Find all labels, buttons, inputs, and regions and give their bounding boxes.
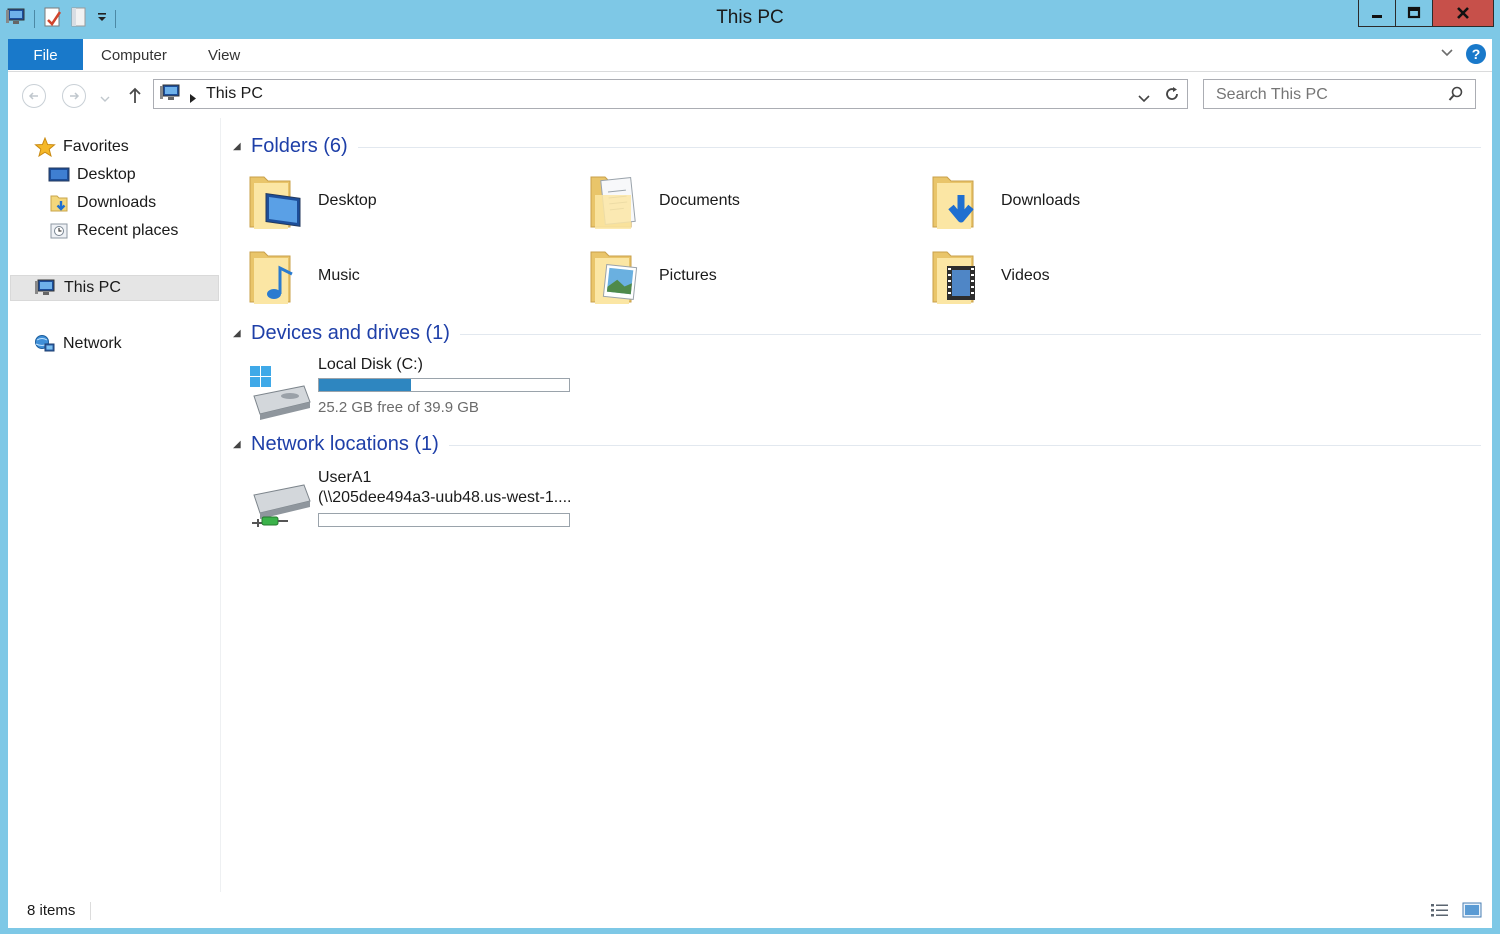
back-arrow-icon <box>28 92 38 100</box>
window-title: This PC <box>716 7 784 28</box>
folder-label: Music <box>318 267 360 284</box>
group-divider <box>357 146 1481 148</box>
search-input[interactable] <box>1214 84 1438 106</box>
nav-item-downloads[interactable]: Downloads <box>48 191 156 215</box>
collapse-triangle-icon[interactable]: ◢ <box>233 328 251 339</box>
refresh-icon[interactable] <box>1164 86 1180 107</box>
folder-tile-videos[interactable]: Videos <box>931 241 1050 311</box>
local-disk-icon <box>250 366 311 420</box>
ribbon-controls: ? <box>1440 44 1486 64</box>
nav-item-label: Recent places <box>77 222 179 239</box>
item-count: 8 items <box>27 902 76 919</box>
drive-name: Local Disk (C:) <box>318 356 423 373</box>
this-pc-icon <box>160 83 182 108</box>
group-title: Devices and drives (1) <box>251 321 450 344</box>
group-title: Folders (6) <box>251 134 348 157</box>
close-button[interactable] <box>1432 0 1494 27</box>
folder-label: Videos <box>1001 267 1050 284</box>
navigation-bar: This PC <box>8 72 1492 118</box>
folder-label: Downloads <box>1001 192 1081 209</box>
network-drive-icon <box>252 484 311 527</box>
group-header-devices[interactable]: ◢ Devices and drives (1) <box>233 321 1481 345</box>
collapse-triangle-icon[interactable]: ◢ <box>233 439 251 450</box>
nav-item-label: Downloads <box>77 194 157 211</box>
maximize-button[interactable] <box>1395 0 1433 27</box>
group-header-network-locations[interactable]: ◢ Network locations (1) <box>233 432 1481 456</box>
folder-tile-downloads[interactable]: Downloads <box>931 166 1080 236</box>
nav-item-favorites[interactable]: Favorites <box>34 135 129 159</box>
videos-folder-icon <box>932 251 975 304</box>
forward-arrow-icon <box>70 92 80 100</box>
up-arrow-icon[interactable] <box>127 86 143 109</box>
desktop-folder-icon <box>249 176 301 229</box>
folder-label: Pictures <box>659 267 717 284</box>
title-bar: This PC <box>0 0 1500 38</box>
tab-file[interactable]: File <box>8 39 83 70</box>
downloads-icon <box>50 195 68 212</box>
explorer-window: This PC File Computer View ? This PC Sea… <box>0 0 1500 934</box>
group-header-folders[interactable]: ◢ Folders (6) <box>233 134 1481 158</box>
group-title: Network locations (1) <box>251 432 439 455</box>
tab-computer[interactable]: Computer <box>101 39 167 70</box>
minimize-button[interactable] <box>1358 0 1396 27</box>
restore-icon <box>1407 6 1421 19</box>
search-box[interactable] <box>1203 79 1476 109</box>
address-dropdown-chevron-icon[interactable] <box>1138 90 1150 108</box>
folder-tile-pictures[interactable]: Pictures <box>589 241 717 311</box>
drive-usage-bar <box>318 378 570 392</box>
status-bar: 8 items <box>8 892 1492 928</box>
folder-label: Desktop <box>318 192 377 209</box>
folder-tile-documents[interactable]: Documents <box>589 166 740 236</box>
music-folder-icon <box>249 251 293 304</box>
network-icon <box>35 335 55 352</box>
help-icon[interactable]: ? <box>1466 44 1486 64</box>
nav-item-network[interactable]: Network <box>34 332 122 356</box>
folder-tile-music[interactable]: Music <box>248 241 360 311</box>
nav-item-desktop[interactable]: Desktop <box>48 163 136 187</box>
drive-free-space: 25.2 GB free of 39.9 GB <box>318 399 479 416</box>
star-icon <box>34 137 56 157</box>
ribbon: File Computer View ? <box>8 39 1492 72</box>
nav-item-recent-places[interactable]: Recent places <box>48 219 178 243</box>
collapse-triangle-icon[interactable]: ◢ <box>233 141 251 152</box>
recent-places-icon <box>50 223 68 239</box>
back-button[interactable] <box>22 84 46 108</box>
main-pane: ◢ Folders (6) Desktop Documents Download… <box>221 118 1492 892</box>
nav-item-this-pc[interactable]: This PC <box>10 275 219 301</box>
network-drive-path: (\\205dee494a3-uub48.us-west-1.... <box>318 489 572 506</box>
drive-usage-fill <box>319 379 411 391</box>
details-view-icon[interactable] <box>1430 902 1450 918</box>
this-pc-icon <box>35 279 55 295</box>
pictures-folder-icon <box>590 251 638 304</box>
documents-folder-icon <box>590 176 636 229</box>
address-bar[interactable]: This PC <box>153 79 1188 109</box>
expand-ribbon-chevron-icon[interactable] <box>1440 45 1454 63</box>
nav-item-label: Favorites <box>63 138 129 155</box>
tab-view[interactable]: View <box>208 39 240 70</box>
group-divider <box>459 333 1481 335</box>
nav-item-label: Network <box>63 335 122 352</box>
group-divider <box>448 444 1481 446</box>
network-drive-tile-usera1[interactable]: UserA1 (\\205dee494a3-uub48.us-west-1...… <box>248 467 588 531</box>
recent-locations-chevron-icon[interactable] <box>100 90 110 108</box>
nav-item-label: Desktop <box>77 166 136 183</box>
navigation-pane: Favorites Desktop Downloads Recent place… <box>8 118 221 892</box>
network-drive-name: UserA1 <box>318 469 372 486</box>
content-area: Favorites Desktop Downloads Recent place… <box>8 118 1492 892</box>
breadcrumb[interactable]: This PC <box>206 85 263 103</box>
close-icon <box>1457 7 1469 19</box>
large-icons-view-icon[interactable] <box>1462 902 1482 918</box>
desktop-icon <box>48 167 70 182</box>
search-icon[interactable] <box>1448 86 1464 107</box>
minimize-icon <box>1372 15 1382 18</box>
downloads-folder-icon <box>932 176 974 229</box>
folder-tile-desktop[interactable]: Desktop <box>248 166 377 236</box>
nav-item-label: This PC <box>64 279 121 296</box>
drive-tile-local-disk[interactable]: Local Disk (C:) 25.2 GB free of 39.9 GB <box>248 354 588 420</box>
network-drive-usage-bar <box>318 513 570 527</box>
forward-button[interactable] <box>62 84 86 108</box>
status-divider <box>90 902 91 920</box>
breadcrumb-chevron-icon[interactable] <box>190 90 196 108</box>
folder-label: Documents <box>659 192 740 209</box>
